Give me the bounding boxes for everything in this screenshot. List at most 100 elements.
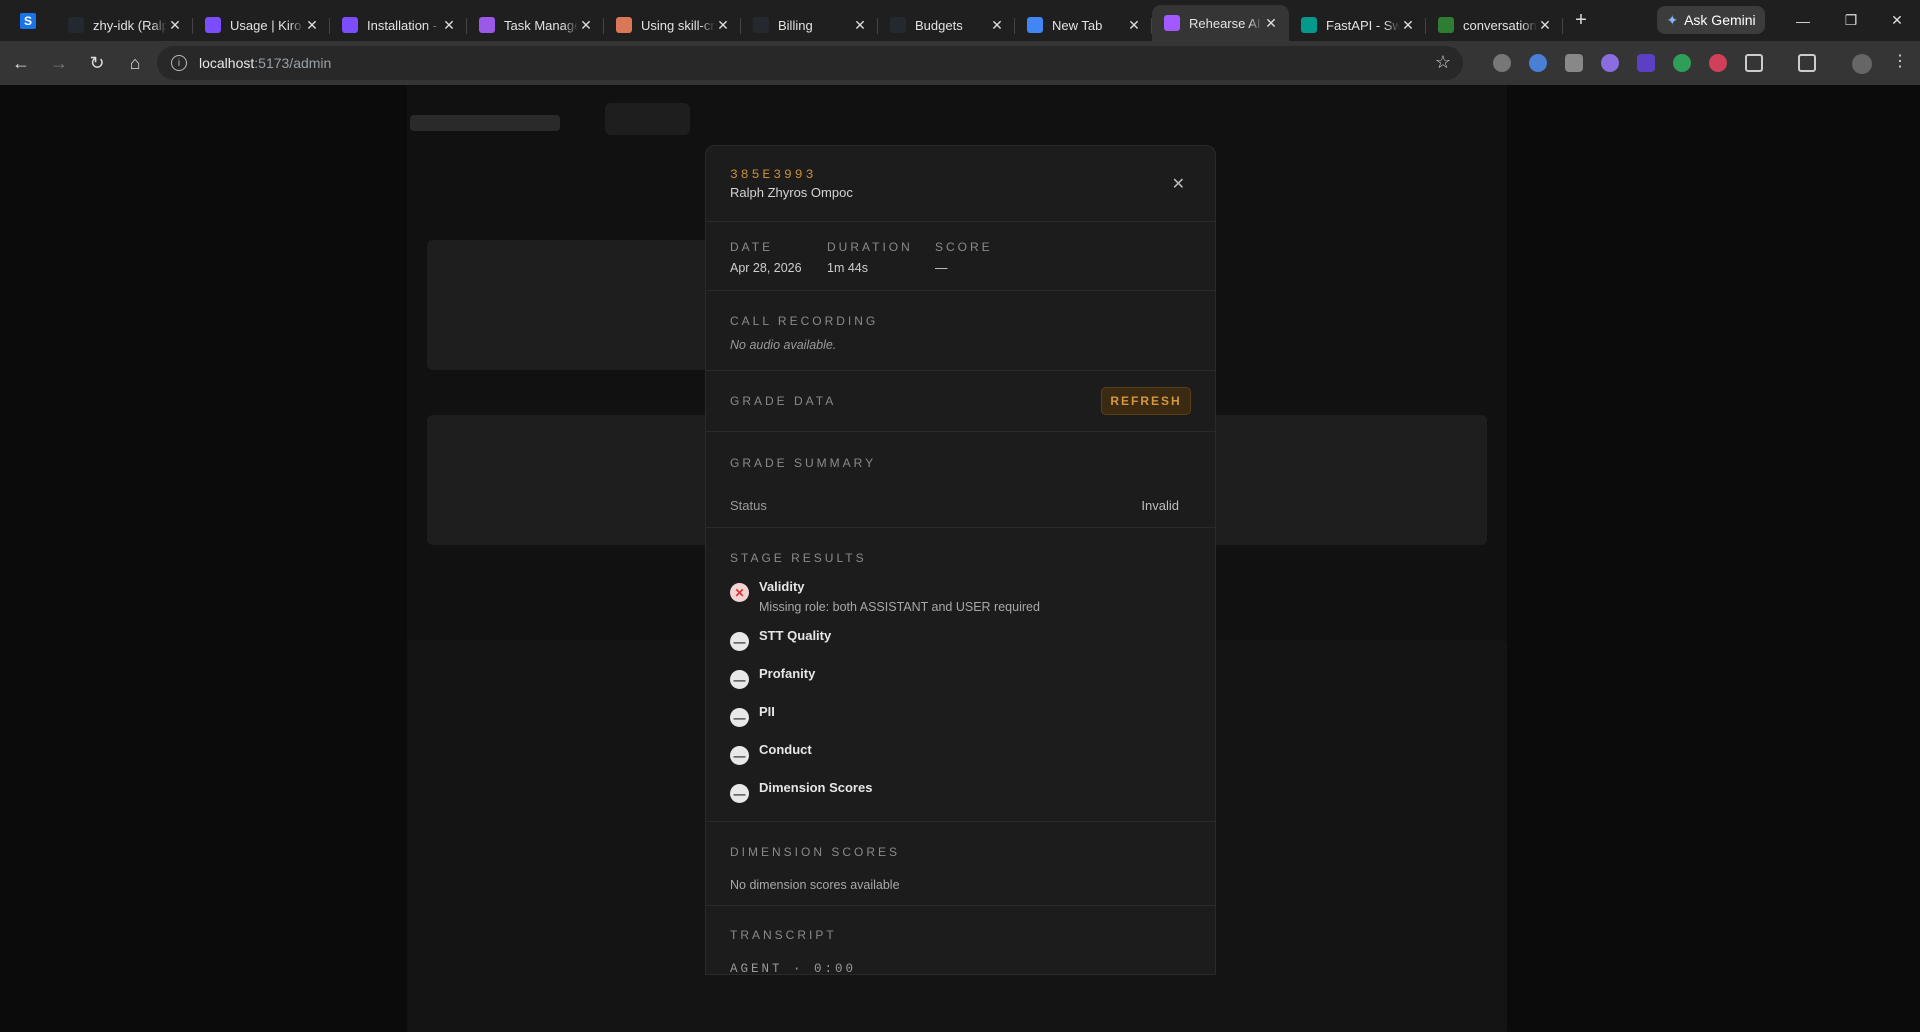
- close-icon[interactable]: ✕: [1172, 174, 1185, 194]
- extension-shield-icon[interactable]: [1565, 54, 1583, 72]
- stage-stt-quality: — STT Quality: [730, 628, 831, 651]
- extensions-puzzle-icon[interactable]: [1745, 54, 1763, 72]
- tab-close-icon[interactable]: ✕: [989, 17, 1005, 34]
- tab-close-icon[interactable]: ✕: [1400, 17, 1416, 34]
- profile-avatar[interactable]: [1852, 54, 1872, 74]
- extension-red-icon[interactable]: [1709, 54, 1727, 72]
- call-detail-modal: 385E3993 Ralph Zhyros Ompoc ✕ DATE Apr 2…: [705, 145, 1216, 975]
- tab-title: FastAPI - Sw: [1326, 17, 1400, 33]
- meta-duration: DURATION 1m 44s: [827, 240, 913, 275]
- extension-chat-icon[interactable]: [1601, 54, 1619, 72]
- caller-name: Ralph Zhyros Ompoc: [730, 185, 853, 200]
- call-meta: DATE Apr 28, 2026 DURATION 1m 44s SCORE …: [706, 222, 1215, 291]
- github-icon: [753, 17, 769, 33]
- section-title: GRADE DATA: [730, 394, 837, 408]
- tab-title: Using skill-cr: [641, 17, 715, 33]
- extension-green-shield-icon[interactable]: [1673, 54, 1691, 72]
- browser-tab[interactable]: Rehearse AI ✕: [1152, 5, 1289, 41]
- minimize-button[interactable]: —: [1780, 0, 1826, 41]
- tab-search-icon[interactable]: [1798, 54, 1816, 72]
- browser-tab[interactable]: zhy-idk (Ralph✕: [56, 9, 193, 41]
- tab-close-icon[interactable]: ✕: [1263, 15, 1279, 32]
- tab-close-icon[interactable]: ✕: [167, 17, 183, 34]
- modal-header: 385E3993 Ralph Zhyros Ompoc ✕: [706, 146, 1215, 222]
- refresh-button[interactable]: REFRESH: [1101, 387, 1191, 415]
- tab-close-icon[interactable]: ✕: [1126, 17, 1142, 34]
- chart-icon: [1438, 17, 1454, 33]
- kiro-icon: [205, 17, 221, 33]
- back-button[interactable]: ←: [4, 46, 38, 80]
- section-title: TRANSCRIPT: [730, 928, 837, 942]
- address-bar[interactable]: i localhost:5173/admin ☆: [157, 46, 1463, 80]
- forward-button[interactable]: →: [42, 46, 76, 80]
- tab-title: Installation -: [367, 17, 438, 33]
- kiro-icon: [342, 17, 358, 33]
- section-title: DIMENSION SCORES: [730, 845, 901, 859]
- tab-close-icon[interactable]: ✕: [304, 17, 320, 34]
- tab-title: conversation: [1463, 17, 1537, 33]
- stage-dimension-scores: — Dimension Scores: [730, 780, 872, 803]
- home-button[interactable]: ⌂: [118, 46, 152, 80]
- chrome-icon: [1027, 17, 1043, 33]
- section-title: CALL RECORDING: [730, 314, 879, 328]
- meta-score: SCORE —: [935, 240, 993, 275]
- browser-tab[interactable]: FastAPI - Sw ✕: [1289, 9, 1426, 41]
- skipped-dash-icon: —: [730, 670, 749, 689]
- menu-kebab-icon[interactable]: ⋮: [1892, 51, 1910, 70]
- ask-gemini-button[interactable]: ✦ Ask Gemini: [1657, 6, 1765, 34]
- github-icon: [68, 17, 84, 33]
- bookmark-star-icon[interactable]: ☆: [1435, 52, 1451, 73]
- no-dimension-scores-text: No dimension scores available: [730, 878, 900, 892]
- browser-toolbar: ← → ↻ ⌂ i localhost:5173/admin ☆: [0, 41, 1920, 85]
- tab-title: Usage | Kiro: [230, 17, 302, 33]
- extension-glasses-icon[interactable]: [1493, 54, 1511, 72]
- reload-button[interactable]: ↻: [80, 46, 114, 80]
- browser-tab[interactable]: Installation - ✕: [330, 9, 467, 41]
- browser-tab[interactable]: conversation ✕: [1426, 9, 1563, 41]
- call-recording-section: CALL RECORDING No audio available.: [706, 291, 1215, 371]
- section-title: GRADE SUMMARY: [730, 456, 877, 470]
- browser-tab[interactable]: Budgets ✕: [878, 9, 1015, 41]
- grade-summary-section: GRADE SUMMARY Status Invalid: [706, 432, 1215, 528]
- browser-tab[interactable]: Task Manager ✕: [467, 9, 604, 41]
- app-s-icon[interactable]: S: [20, 12, 36, 29]
- status-row: Status Invalid: [730, 498, 1179, 513]
- tab-close-icon[interactable]: ✕: [441, 17, 457, 34]
- stage-profanity: — Profanity: [730, 666, 815, 689]
- skipped-dash-icon: —: [730, 746, 749, 765]
- browser-tab[interactable]: Using skill-cr ✕: [604, 9, 741, 41]
- close-window-button[interactable]: ✕: [1874, 0, 1920, 41]
- tab-close-icon[interactable]: ✕: [578, 17, 594, 34]
- tab-close-icon[interactable]: ✕: [1537, 17, 1553, 34]
- claude-icon: [616, 17, 632, 33]
- gemini-sparkle-icon: ✦: [1666, 11, 1679, 28]
- extension-e-icon[interactable]: [1637, 54, 1655, 72]
- no-audio-text: No audio available.: [730, 338, 837, 352]
- browser-tab[interactable]: Usage | Kiro ✕: [193, 9, 330, 41]
- tab-title: Rehearse AI: [1189, 15, 1261, 31]
- fail-x-icon: ✕: [730, 583, 749, 602]
- section-title: STAGE RESULTS: [730, 551, 867, 565]
- new-tab-button[interactable]: +: [1567, 9, 1595, 32]
- status-key: Status: [730, 498, 767, 513]
- tab-close-icon[interactable]: ✕: [715, 17, 731, 34]
- url-path: :5173/admin: [254, 55, 332, 71]
- restore-button[interactable]: ❐: [1828, 0, 1874, 41]
- browser-tab[interactable]: New Tab ✕: [1015, 9, 1152, 41]
- extension-search-icon[interactable]: [1529, 54, 1547, 72]
- tab-close-icon[interactable]: ✕: [852, 17, 868, 34]
- dimension-scores-section: DIMENSION SCORES No dimension scores ava…: [706, 822, 1215, 906]
- skipped-dash-icon: —: [730, 632, 749, 651]
- browser-tabstrip: S zhy-idk (Ralph✕Usage | Kiro✕Installati…: [0, 0, 1920, 41]
- tab-title: New Tab: [1052, 17, 1103, 33]
- grade-data-section: GRADE DATA REFRESH: [706, 371, 1215, 432]
- browser-tab[interactable]: Billing ✕: [741, 9, 878, 41]
- meta-date: DATE Apr 28, 2026: [730, 240, 802, 275]
- transcript-section: TRANSCRIPT AGENT · 0:00: [706, 906, 1215, 975]
- tab-title: Task Manager: [504, 17, 578, 33]
- site-info-icon[interactable]: i: [171, 55, 187, 71]
- tab-title: Budgets: [915, 17, 963, 33]
- stage-conduct: — Conduct: [730, 742, 812, 765]
- transcript-speaker: AGENT · 0:00: [730, 962, 857, 975]
- vite-icon: [1164, 15, 1180, 31]
